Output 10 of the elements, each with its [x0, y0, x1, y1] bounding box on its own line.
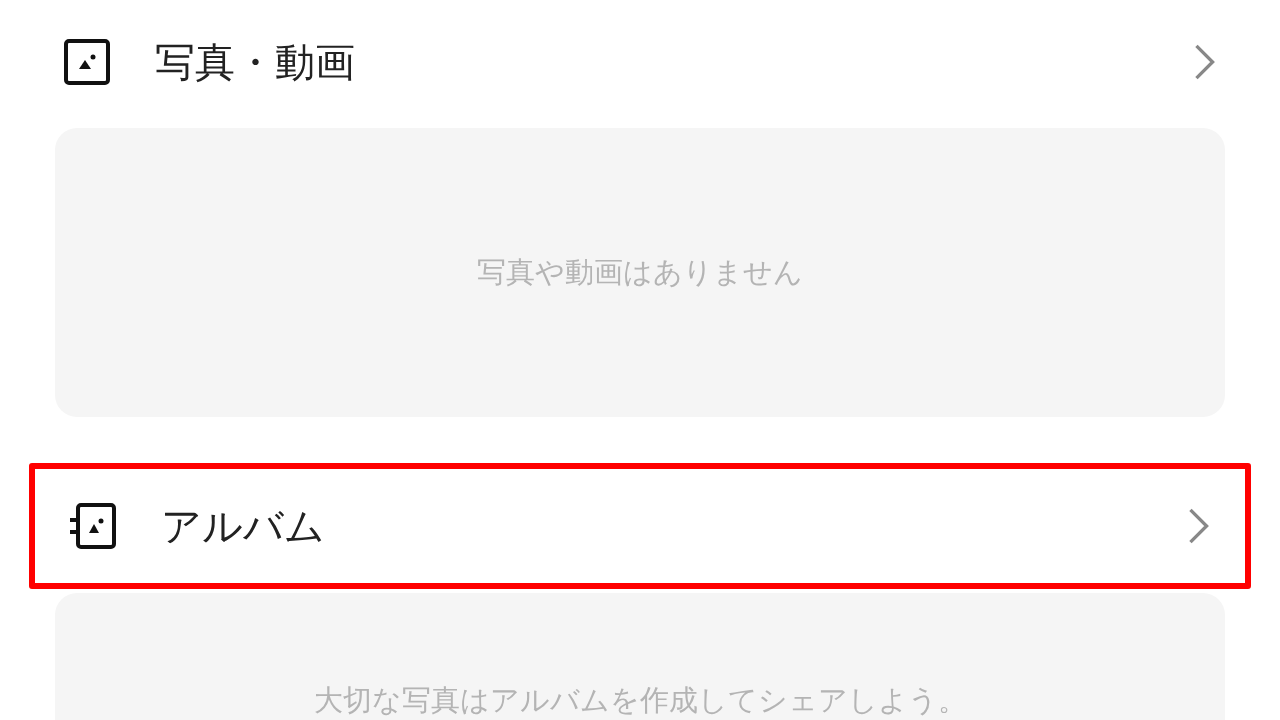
- section-header[interactable]: 写真・動画: [55, 0, 1225, 124]
- empty-message: 大切な写真はアルバムを作成してシェアしよう。: [313, 682, 967, 719]
- album-icon: [69, 502, 117, 550]
- empty-message: 写真や動画はありません: [477, 253, 803, 291]
- section-title: 写真・動画: [155, 37, 356, 87]
- chevron-right-icon: [1187, 507, 1211, 545]
- section-header[interactable]: アルバム: [29, 463, 1251, 589]
- image-icon: [63, 38, 111, 86]
- section-title: アルバム: [161, 501, 326, 551]
- chevron-right-icon: [1193, 43, 1217, 81]
